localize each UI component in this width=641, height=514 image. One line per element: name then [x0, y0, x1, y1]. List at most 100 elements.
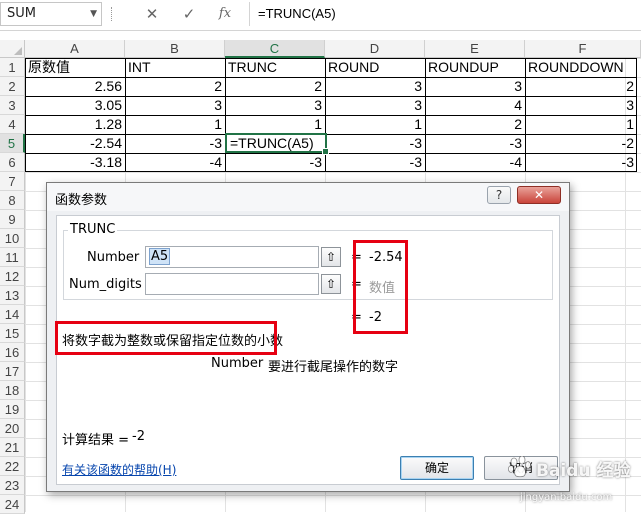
table-cell[interactable]: -3: [425, 134, 525, 153]
baidu-paw-logo: [508, 456, 531, 478]
red-highlight-box: [55, 321, 277, 355]
table-cell[interactable]: -3: [525, 153, 637, 172]
table-cell[interactable]: 3: [325, 96, 425, 115]
calc-result-label: 计算结果 =: [62, 433, 130, 448]
table-cell[interactable]: 2.56: [25, 77, 125, 96]
num-digits-arg-input[interactable]: [145, 273, 319, 295]
row-header[interactable]: 3: [0, 96, 25, 115]
table-header-cell[interactable]: ROUND: [325, 58, 425, 77]
row-header[interactable]: 13: [0, 286, 25, 305]
chevron-down-icon[interactable]: ▼: [90, 3, 97, 25]
table-cell[interactable]: -3: [325, 134, 425, 153]
table-cell[interactable]: -3: [225, 153, 325, 172]
select-all-corner[interactable]: [0, 40, 25, 58]
row-header[interactable]: 9: [0, 210, 25, 229]
help-icon[interactable]: ?: [487, 186, 511, 204]
table-cell[interactable]: 4: [425, 96, 525, 115]
row-header[interactable]: 16: [0, 343, 25, 362]
num-digits-arg-label: Num_digits: [69, 277, 142, 292]
table-cell[interactable]: 1: [125, 115, 225, 134]
table-cell[interactable]: 1.28: [25, 115, 125, 134]
row-header[interactable]: 4: [0, 115, 25, 134]
row-header[interactable]: 18: [0, 381, 25, 400]
table-header-cell[interactable]: INT: [125, 58, 225, 77]
table-cell[interactable]: 1: [325, 115, 425, 134]
function-arguments-dialog: 函数参数 ? ✕ TRUNC Number A5 ⇧ = -2.54 Num_d…: [46, 182, 570, 492]
row-header[interactable]: 6: [0, 153, 25, 172]
number-arg-input[interactable]: A5: [145, 246, 319, 268]
table-cell[interactable]: 2: [125, 77, 225, 96]
cancel-icon[interactable]: ✕: [141, 4, 163, 24]
table-header-cell[interactable]: ROUNDDOWN: [525, 58, 637, 77]
column-header-b[interactable]: B: [125, 40, 225, 58]
row-header[interactable]: 1: [0, 58, 25, 77]
row-header[interactable]: 19: [0, 400, 25, 419]
formula-input[interactable]: =TRUNC(A5): [249, 2, 641, 26]
formula-bar: SUM ▼ ✕ ✓ fx =TRUNC(A5): [0, 0, 641, 31]
table-cell[interactable]: 3: [125, 96, 225, 115]
table-cell[interactable]: 3: [325, 77, 425, 96]
row-header[interactable]: 10: [0, 229, 25, 248]
row-header[interactable]: 20: [0, 419, 25, 438]
row-header[interactable]: 8: [0, 191, 25, 210]
row-header[interactable]: 7: [0, 172, 25, 191]
table-cell[interactable]: -2.54: [25, 134, 125, 153]
watermark-text: Baidu 经验: [536, 461, 631, 481]
watermark-url: jingyan.baidu.com: [520, 492, 613, 503]
table-cell[interactable]: -3: [125, 134, 225, 153]
number-arg-value: A5: [149, 248, 171, 265]
column-header-f[interactable]: F: [525, 40, 641, 58]
table-cell[interactable]: -4: [425, 153, 525, 172]
collapse-dialog-icon[interactable]: ⇧: [321, 274, 341, 294]
check-icon[interactable]: ✓: [178, 4, 200, 24]
name-box[interactable]: SUM ▼: [0, 2, 102, 26]
number-arg-label: Number: [87, 250, 140, 265]
column-header-e[interactable]: E: [425, 40, 525, 58]
formula-bar-separator: [111, 7, 114, 21]
row-header[interactable]: 17: [0, 362, 25, 381]
function-name-label: TRUNC: [68, 222, 118, 237]
table-cell[interactable]: 1: [525, 115, 637, 134]
table-cell[interactable]: 3: [525, 96, 637, 115]
table-header-cell[interactable]: TRUNC: [225, 58, 325, 77]
row-header[interactable]: 15: [0, 324, 25, 343]
row-header[interactable]: 24: [0, 495, 25, 514]
row-header[interactable]: 22: [0, 457, 25, 476]
table-cell[interactable]: -3: [325, 153, 425, 172]
table-cell[interactable]: 3: [225, 96, 325, 115]
row-header[interactable]: 23: [0, 476, 25, 495]
table-cell[interactable]: 3: [425, 77, 525, 96]
column-header-c[interactable]: C: [225, 40, 325, 58]
table-cell[interactable]: -4: [125, 153, 225, 172]
table-cell[interactable]: 2: [225, 77, 325, 96]
arg-help-name: Number: [211, 356, 264, 371]
row-header[interactable]: 2: [0, 77, 25, 96]
dialog-body: TRUNC Number A5 ⇧ = -2.54 Num_digits ⇧ =…: [55, 215, 560, 485]
editing-cell-formula[interactable]: =TRUNC(A5): [227, 134, 325, 153]
table-cell[interactable]: 2: [425, 115, 525, 134]
row-header[interactable]: 21: [0, 438, 25, 457]
table-cell[interactable]: -3.18: [25, 153, 125, 172]
collapse-dialog-icon[interactable]: ⇧: [321, 247, 341, 267]
table-cell[interactable]: 2: [525, 77, 637, 96]
table-header-cell[interactable]: 原数值: [25, 58, 125, 77]
row-header[interactable]: 12: [0, 267, 25, 286]
red-highlight-box: [353, 240, 408, 334]
column-header-a[interactable]: A: [25, 40, 125, 58]
function-help-link[interactable]: 有关该函数的帮助(H): [62, 461, 176, 478]
dialog-titlebar[interactable]: 函数参数 ? ✕: [47, 183, 569, 211]
calc-result-value: -2: [132, 429, 145, 444]
table-cell[interactable]: 1: [225, 115, 325, 134]
name-box-value: SUM: [7, 6, 36, 21]
table-cell[interactable]: 3.05: [25, 96, 125, 115]
ok-button[interactable]: 确定: [400, 456, 474, 480]
column-header-d[interactable]: D: [325, 40, 425, 58]
table-cell[interactable]: -2: [525, 134, 637, 153]
row-header[interactable]: 11: [0, 248, 25, 267]
insert-function-icon[interactable]: fx: [214, 4, 236, 24]
row-header[interactable]: 14: [0, 305, 25, 324]
table-header-cell[interactable]: ROUNDUP: [425, 58, 525, 77]
dialog-title: 函数参数: [55, 193, 108, 208]
close-icon[interactable]: ✕: [517, 186, 561, 204]
row-header[interactable]: 5: [0, 134, 25, 153]
